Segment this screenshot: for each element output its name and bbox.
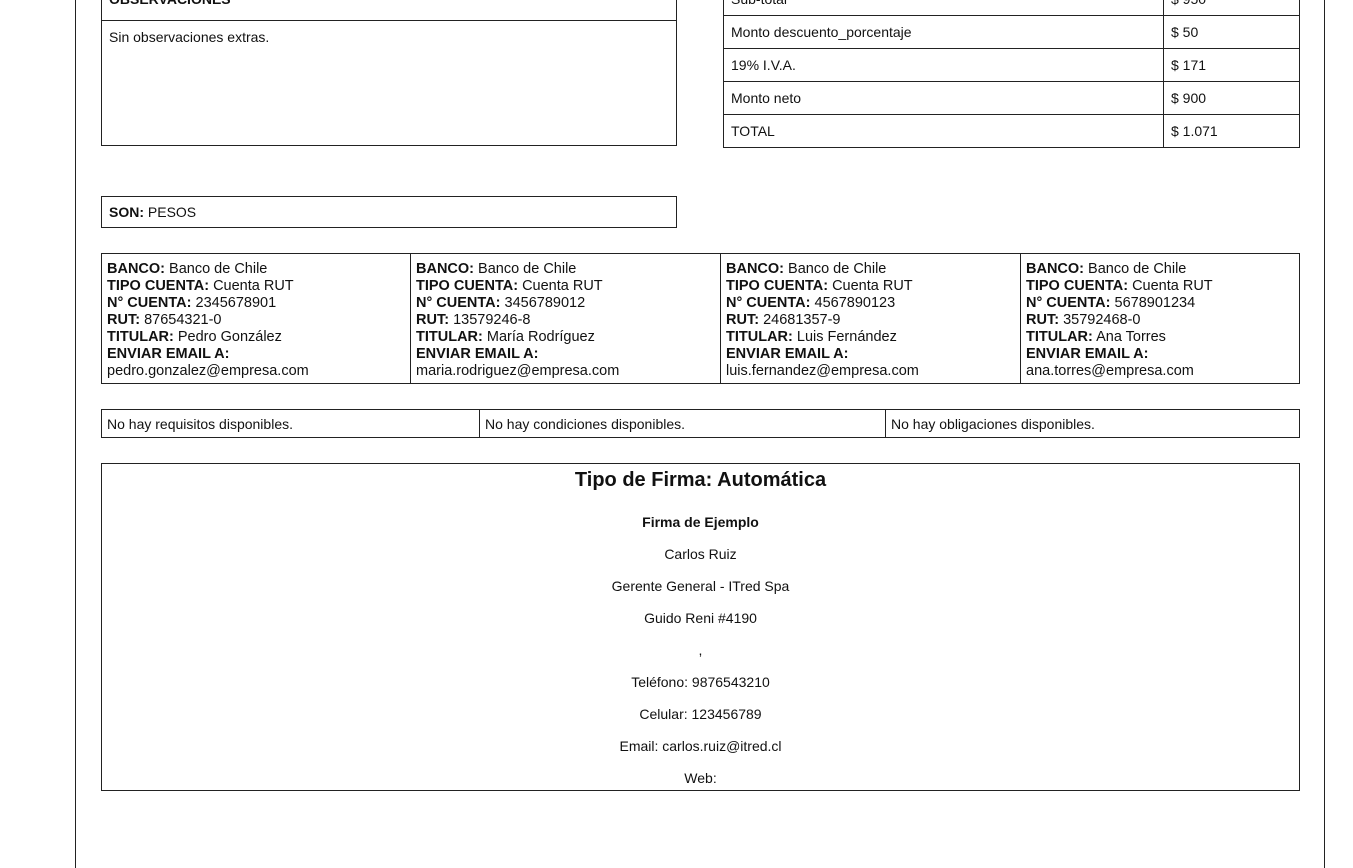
tipo-value: Cuenta RUT — [522, 278, 603, 294]
firma-line: Email: carlos.ruiz@itred.cl — [619, 738, 782, 754]
firma-line: Celular: 123456789 — [639, 706, 762, 722]
firma-line: , — [698, 642, 703, 658]
cuenta-label: N° CUENTA: — [1026, 295, 1111, 311]
rut-label: RUT: — [726, 312, 760, 328]
son-value: PESOS — [147, 204, 197, 220]
totals-table: Sub-total$ 950Monto descuento_porcentaje… — [723, 0, 1300, 148]
rut-value: 87654321-0 — [144, 312, 222, 328]
page-border-right — [1324, 0, 1325, 868]
totals-label: Sub-total — [723, 0, 1164, 16]
rut-label: RUT: — [1026, 312, 1060, 328]
totals-row: Sub-total$ 950 — [723, 0, 1300, 16]
email-label: ENVIAR EMAIL A: — [107, 346, 230, 362]
totals-row: TOTAL $ 1.071 — [723, 114, 1300, 148]
observaciones-text: Sin observaciones extras. — [109, 29, 270, 45]
banco-value: Banco de Chile — [1088, 261, 1187, 277]
rut-label: RUT: — [107, 312, 141, 328]
cuenta-label: N° CUENTA: — [107, 295, 192, 311]
tipo-value: Cuenta RUT — [213, 278, 294, 294]
email-value[interactable]: maria.rodriguez@empresa.com — [416, 363, 619, 379]
banco-value: Banco de Chile — [478, 261, 577, 277]
totals-label: Monto descuento_porcentaje — [723, 15, 1164, 49]
totals-label: TOTAL — [723, 114, 1164, 148]
tipo-label: TIPO CUENTA: — [726, 278, 829, 294]
cuenta-value: 4567890123 — [814, 295, 896, 311]
cuenta-value: 5678901234 — [1114, 295, 1196, 311]
tipo-label: TIPO CUENTA: — [1026, 278, 1129, 294]
tipo-label: TIPO CUENTA: — [107, 278, 210, 294]
totals-label: Monto neto — [723, 81, 1164, 115]
firma-line: Gerente General - ITred Spa — [611, 578, 790, 594]
firma-name-title: Firma de Ejemplo — [642, 514, 759, 530]
titular-label: TITULAR: — [416, 329, 483, 345]
bank-account-cell: BANCO: Banco de Chile TIPO CUENTA: Cuenta… — [1020, 253, 1300, 384]
titular-value: María Rodríguez — [486, 329, 595, 345]
tipo-value: Cuenta RUT — [1132, 278, 1213, 294]
totals-value: $ 1.071 — [1163, 114, 1300, 148]
totals-row: Monto descuento_porcentaje $ 50 — [723, 15, 1300, 49]
rut-value: 13579246-8 — [453, 312, 531, 328]
firma-line: Web: — [684, 770, 717, 786]
banco-label: BANCO: — [1026, 261, 1084, 277]
cuenta-value: 3456789012 — [504, 295, 586, 311]
bank-account-cell: BANCO: Banco de Chile TIPO CUENTA: Cuenta… — [720, 253, 1021, 384]
requisitos-cell: No hay requisitos disponibles. — [101, 409, 480, 438]
email-label: ENVIAR EMAIL A: — [416, 346, 539, 362]
son-box: SON: PESOS — [101, 196, 677, 228]
cuenta-label: N° CUENTA: — [726, 295, 811, 311]
page-border-left — [75, 0, 76, 868]
bank-account-cell: BANCO: Banco de Chile TIPO CUENTA: Cuenta… — [410, 253, 721, 384]
cuenta-label: N° CUENTA: — [416, 295, 501, 311]
email-value[interactable]: pedro.gonzalez@empresa.com — [107, 363, 309, 379]
titular-value: Luis Fernández — [796, 329, 897, 345]
titular-value: Ana Torres — [1096, 329, 1166, 345]
banco-label: BANCO: — [107, 261, 165, 277]
son-label: SON: — [109, 204, 144, 220]
bank-account-cell: BANCO: Banco de Chile TIPO CUENTA: Cuenta… — [101, 253, 411, 384]
banco-value: Banco de Chile — [169, 261, 268, 277]
totals-value: $ 900 — [1163, 81, 1300, 115]
totals-value: $ 171 — [1163, 48, 1300, 82]
totals-row: Monto neto $ 900 — [723, 81, 1300, 115]
totals-row: 19% I.V.A. $ 171 — [723, 48, 1300, 82]
firma-title: Tipo de Firma: Automática — [574, 469, 827, 491]
email-value[interactable]: ana.torres@empresa.com — [1026, 363, 1194, 379]
rut-label: RUT: — [416, 312, 450, 328]
bank-table: BANCO: Banco de Chile TIPO CUENTA: Cuenta… — [101, 253, 1300, 384]
tipo-value: Cuenta RUT — [832, 278, 913, 294]
titular-value: Pedro González — [177, 329, 282, 345]
email-label: ENVIAR EMAIL A: — [726, 346, 849, 362]
firma-line: Teléfono: 9876543210 — [631, 674, 770, 690]
email-label: ENVIAR EMAIL A: — [1026, 346, 1149, 362]
titular-label: TITULAR: — [726, 329, 793, 345]
banco-label: BANCO: — [726, 261, 784, 277]
email-value[interactable]: luis.fernandez@empresa.com — [726, 363, 919, 379]
rut-value: 35792468-0 — [1063, 312, 1141, 328]
tipo-label: TIPO CUENTA: — [416, 278, 519, 294]
requirements-table: No hay requisitos disponibles. No hay co… — [101, 409, 1300, 438]
banco-label: BANCO: — [416, 261, 474, 277]
obligaciones-cell: No hay obligaciones disponibles. — [885, 409, 1300, 438]
totals-label: 19% I.V.A. — [723, 48, 1164, 82]
titular-label: TITULAR: — [107, 329, 174, 345]
totals-value: $ 950 — [1163, 0, 1300, 16]
banco-value: Banco de Chile — [788, 261, 887, 277]
firma-line: Carlos Ruiz — [664, 546, 737, 562]
rut-value: 24681357-9 — [763, 312, 841, 328]
titular-label: TITULAR: — [1026, 329, 1093, 345]
totals-value: $ 50 — [1163, 15, 1300, 49]
firma-box: Tipo de Firma: Automática Firma de Ejemp… — [101, 463, 1300, 791]
firma-line: Guido Reni #4190 — [644, 610, 757, 626]
condiciones-cell: No hay condiciones disponibles. — [479, 409, 886, 438]
observaciones-box: OBSERVACIONES Sin observaciones extras. — [101, 0, 677, 146]
cuenta-value: 2345678901 — [195, 295, 277, 311]
observaciones-title: OBSERVACIONES — [102, 0, 676, 21]
